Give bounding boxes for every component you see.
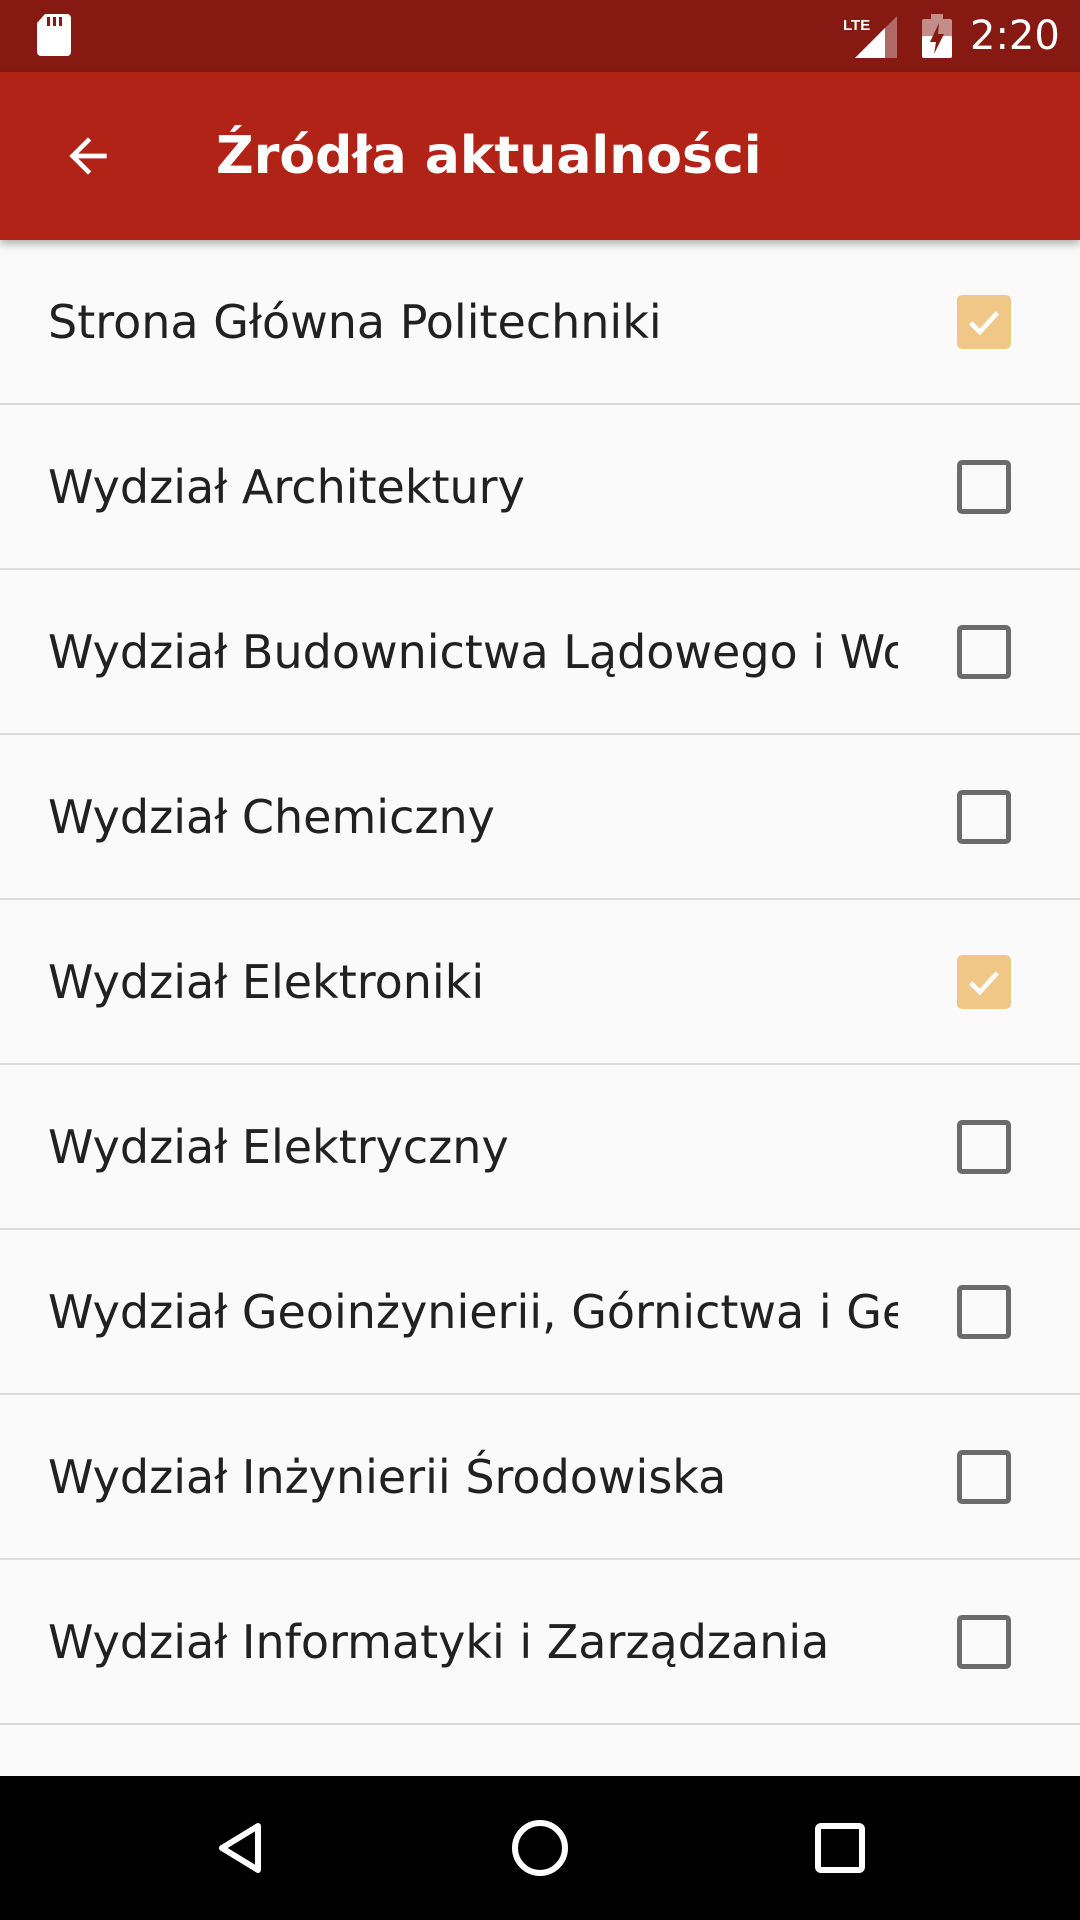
checkbox[interactable]	[957, 294, 1011, 349]
app-bar: Źródła aktualności	[0, 72, 1080, 240]
home-circle-icon	[512, 1820, 568, 1876]
checkbox[interactable]	[957, 1614, 1011, 1669]
back-triangle-icon	[219, 1823, 261, 1873]
nav-recents-button[interactable]	[792, 1800, 888, 1896]
arrow-back-icon	[69, 137, 107, 175]
list-item[interactable]: Strona Główna Politechniki	[0, 240, 1080, 405]
list-item-label: Wydział Budownictwa Lądowego i Wo..	[48, 624, 898, 679]
list-item[interactable]: Wydział Elektryczny	[0, 1065, 1080, 1230]
list-item-label: Wydział Chemiczny	[48, 789, 495, 844]
nav-home-button[interactable]	[492, 1800, 588, 1896]
recents-square-icon	[815, 1823, 865, 1873]
list-item[interactable]: Wydział Inżynierii Środowiska	[0, 1395, 1080, 1560]
list-item-label: Wydział Inżynierii Środowiska	[48, 1449, 727, 1504]
list-item[interactable]: Wydział Budownictwa Lądowego i Wo..	[0, 570, 1080, 735]
list-item[interactable]	[0, 1725, 1080, 1776]
list-item[interactable]: Wydział Elektroniki	[0, 900, 1080, 1065]
back-button[interactable]	[40, 108, 136, 204]
svg-text:LTE: LTE	[843, 17, 870, 34]
list-item-label: Wydział Geoinżynierii, Górnictwa i Geo..	[48, 1284, 898, 1339]
signal-icon: LTE	[843, 16, 897, 58]
list-item-label: Wydział Architektury	[48, 459, 525, 514]
checkbox[interactable]	[957, 459, 1011, 514]
list-item-label: Wydział Elektryczny	[48, 1119, 509, 1174]
news-source-list[interactable]: Strona Główna Politechniki Wydział Archi…	[0, 240, 1080, 1776]
page-title: Źródła aktualności	[216, 126, 762, 186]
checkbox[interactable]	[957, 624, 1011, 679]
list-item-label: Strona Główna Politechniki	[48, 294, 662, 349]
battery-charging-icon	[922, 14, 952, 58]
checkbox[interactable]	[957, 1449, 1011, 1504]
list-item[interactable]: Wydział Informatyki i Zarządzania	[0, 1560, 1080, 1725]
checkbox[interactable]	[957, 954, 1011, 1009]
status-bar: LTE 2:20	[0, 0, 1080, 72]
list-item[interactable]: Wydział Geoinżynierii, Górnictwa i Geo..	[0, 1230, 1080, 1395]
list-item[interactable]: Wydział Architektury	[0, 405, 1080, 570]
sd-card-icon	[37, 14, 71, 56]
list-item-label: Wydział Informatyki i Zarządzania	[48, 1614, 830, 1669]
checkbox[interactable]	[957, 789, 1011, 844]
checkbox[interactable]	[957, 1284, 1011, 1339]
list-item-label: Wydział Elektroniki	[48, 954, 485, 1009]
list-item[interactable]: Wydział Chemiczny	[0, 735, 1080, 900]
checkbox[interactable]	[957, 1119, 1011, 1174]
nav-back-button[interactable]	[192, 1800, 288, 1896]
check-icon	[969, 970, 1000, 995]
navigation-bar	[0, 1776, 1080, 1920]
clock: 2:20	[970, 13, 1060, 59]
check-icon	[969, 310, 1000, 335]
